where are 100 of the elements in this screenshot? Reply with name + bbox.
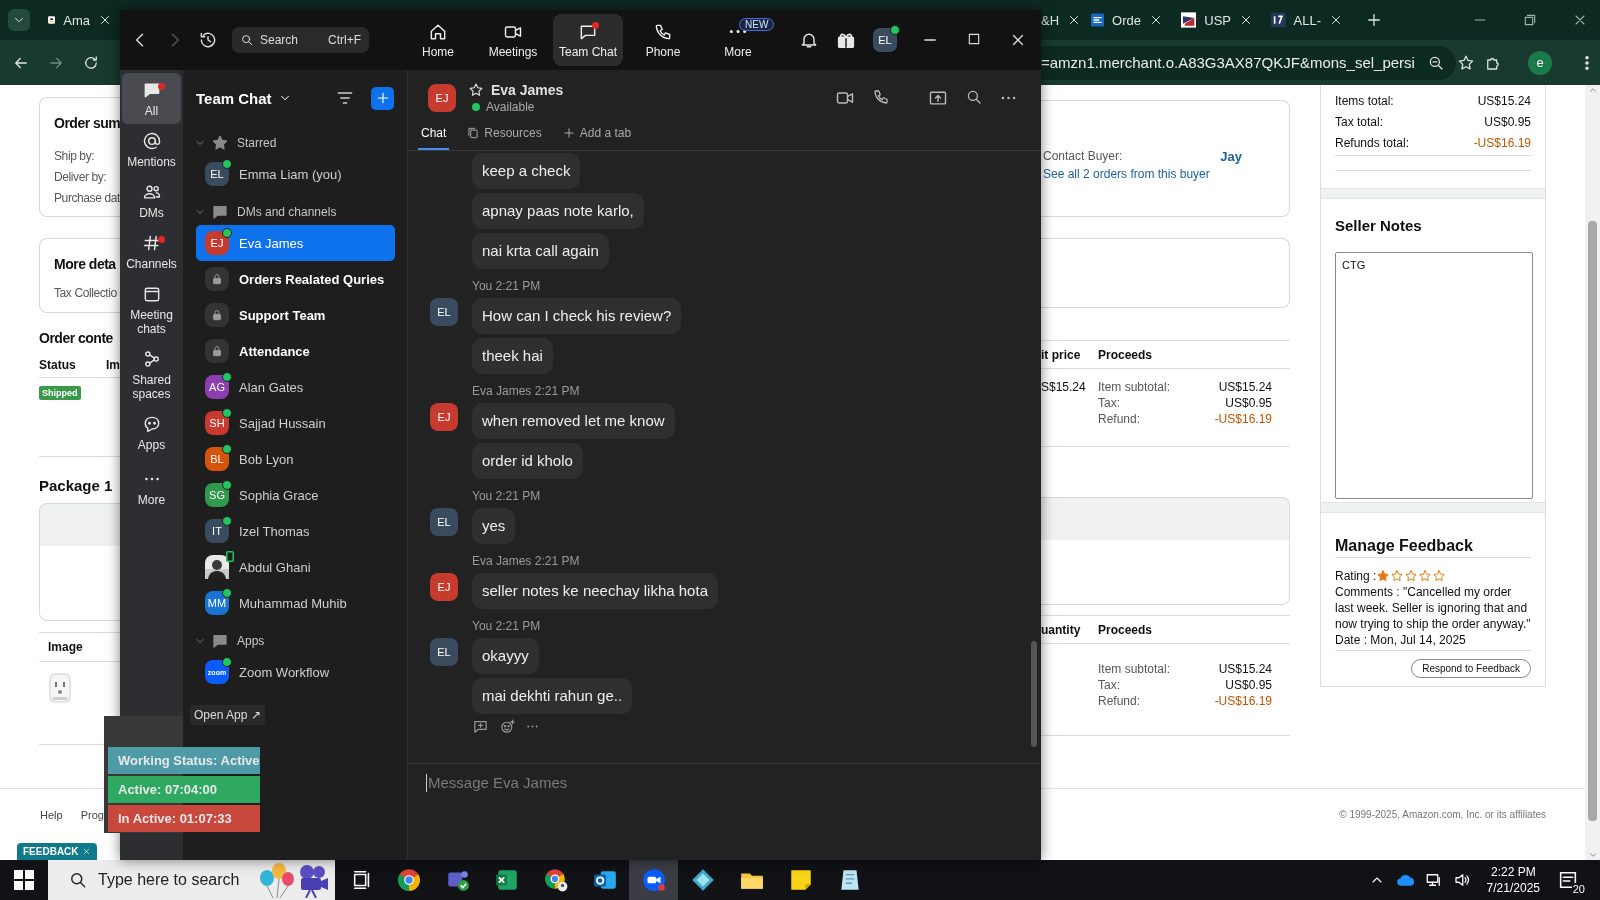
chat-tab[interactable]: Add a tab [558,126,635,150]
section-header[interactable]: Apps [183,628,407,654]
rail-tab[interactable]: More [122,458,181,513]
amount-value: US$0.95 [1225,395,1272,411]
more-icon[interactable] [526,725,539,728]
notes-field[interactable]: CTG [1335,252,1533,499]
star-icon [1390,569,1405,583]
hash-icon [141,233,162,253]
close-icon[interactable] [98,13,112,27]
add-reaction-icon[interactable] [499,718,516,735]
people-icon [141,182,162,202]
buyer-link[interactable]: Jay [1220,149,1242,164]
chat-list-item[interactable]: IT Izel Thomas [196,513,395,549]
browser-tab[interactable]: Orde [1081,4,1171,36]
scroll-thumb[interactable] [1031,641,1037,747]
message-bubble: mai dekhti rahun ge.. [472,678,633,714]
browser-tab[interactable]: USP [1171,4,1261,36]
chat-list-item[interactable]: SG Sophia Grace [196,477,395,513]
maximize-icon[interactable] [966,31,982,47]
search-icon[interactable] [965,88,983,106]
nav-tab[interactable]: Team Chat [553,14,623,66]
star-icon[interactable] [1456,53,1475,72]
footer-link[interactable]: Prog [80,809,104,821]
windows-icon [14,870,34,890]
balloons-drawing [257,862,329,898]
rail-tab[interactable]: Shared spaces [122,342,181,407]
rail-tab[interactable]: DMs [122,175,181,226]
network-icon[interactable] [1424,871,1443,889]
contact-avatar: EJ [428,84,456,112]
new-tab-icon[interactable] [1365,11,1383,29]
phone-icon[interactable] [872,88,890,106]
nav-tab[interactable]: NEW More [703,14,773,66]
rail-tab[interactable]: Meeting chats [122,277,181,342]
new-chat-button[interactable] [371,86,394,110]
reply-icon[interactable] [472,718,489,735]
rail-tab[interactable]: Channels [122,226,181,277]
section-header[interactable]: Starred [183,130,407,156]
column-header: Status [39,358,77,372]
message-bubble: okayyy [472,638,539,674]
nav-tab[interactable]: Phone [628,14,698,66]
tab-search-button[interactable] [8,9,30,31]
browser-icon [542,867,569,893]
rail-tab[interactable]: Apps [122,407,181,458]
restore-icon[interactable] [1522,12,1538,28]
search-field[interactable]: Search Ctrl+F [232,27,369,53]
lock-shape [210,344,224,358]
browser-tab[interactable]: Ama [38,4,120,36]
share-screen-icon[interactable] [928,88,948,108]
message-bubble: keep a check [472,153,581,189]
rail-tab[interactable]: Mentions [122,124,181,175]
orders-link[interactable]: See all 2 orders from this buyer [1041,167,1289,181]
chat-list-item[interactable]: Support Team [196,297,395,333]
chat-tab[interactable]: Chat [418,126,450,150]
chat-list-item[interactable]: Abdul Ghani [196,549,395,585]
flag-icon [1181,12,1197,28]
clock-time[interactable]: 2:22 PM [1490,864,1536,880]
close-icon[interactable] [1149,13,1163,27]
browser-tab[interactable]: &H [1041,4,1081,36]
chat-list-item[interactable]: SH Sajjad Hussain [196,405,395,441]
amount-label: Item subtotal: [1098,661,1171,677]
chat-list-item[interactable]: MM Muhammad Muhib [196,585,395,621]
reload-icon[interactable] [82,53,100,72]
copy-icon [466,126,481,140]
volume-icon[interactable] [1452,871,1471,889]
history-icon[interactable] [198,30,218,50]
chat-list-item[interactable]: BL Bob Lyon [196,441,395,477]
amount-label: Item subtotal: [1098,379,1171,395]
feedback-tab[interactable]: FEEDBACK [17,843,97,860]
scroll-thumb[interactable] [1588,221,1597,821]
rail-tab[interactable]: All [122,73,181,124]
nav-tab[interactable]: Home [403,14,473,66]
more-icon[interactable] [1000,96,1017,100]
scroll-up-icon [1587,85,1598,95]
profile-avatar[interactable]: e [1528,50,1552,75]
clock-date[interactable]: 7/21/2025 [1486,880,1540,896]
contact-name: Eva James [491,82,564,98]
sender-avatar: EL [430,298,458,326]
close-icon[interactable] [1329,13,1343,27]
close-icon[interactable] [1239,13,1253,27]
footer-link[interactable]: Help [40,809,63,821]
feedback-comment: Comments : "Cancelled my order last week. Seller is ignoring that and now trying to ship the order anyway." [1335,584,1531,632]
chat-list-item[interactable]: Attendance [196,333,395,369]
chat-tab[interactable]: Resources [463,126,545,150]
chat-list-item[interactable]: Orders Realated Quries [196,261,395,297]
chat-list-item[interactable]: EJ Eva James [196,225,395,261]
nav-tab[interactable]: Meetings [478,14,548,66]
chat-list-item[interactable]: EL Emma Liam (you) [196,156,395,192]
profile-avatar[interactable]: EL [873,28,897,52]
section-header[interactable]: DMs and channels [183,199,407,225]
browser-tab[interactable]: ALL- [1261,4,1351,36]
amount-label: Tax: [1098,395,1120,411]
notification-button[interactable]: 20 [1550,860,1586,900]
chat-list-item[interactable]: AG Alan Gates [196,369,395,405]
taskbar-app[interactable] [629,860,678,900]
message-field[interactable]: Message Eva James [426,774,568,792]
list-title[interactable]: Team Chat [196,89,292,107]
respond-button[interactable]: Respond to Feedback [1411,659,1531,678]
open-app-button[interactable]: Open App ↗ [190,705,265,725]
taskbar-search[interactable]: Type here to search [48,860,335,900]
star-icon[interactable] [468,82,484,98]
